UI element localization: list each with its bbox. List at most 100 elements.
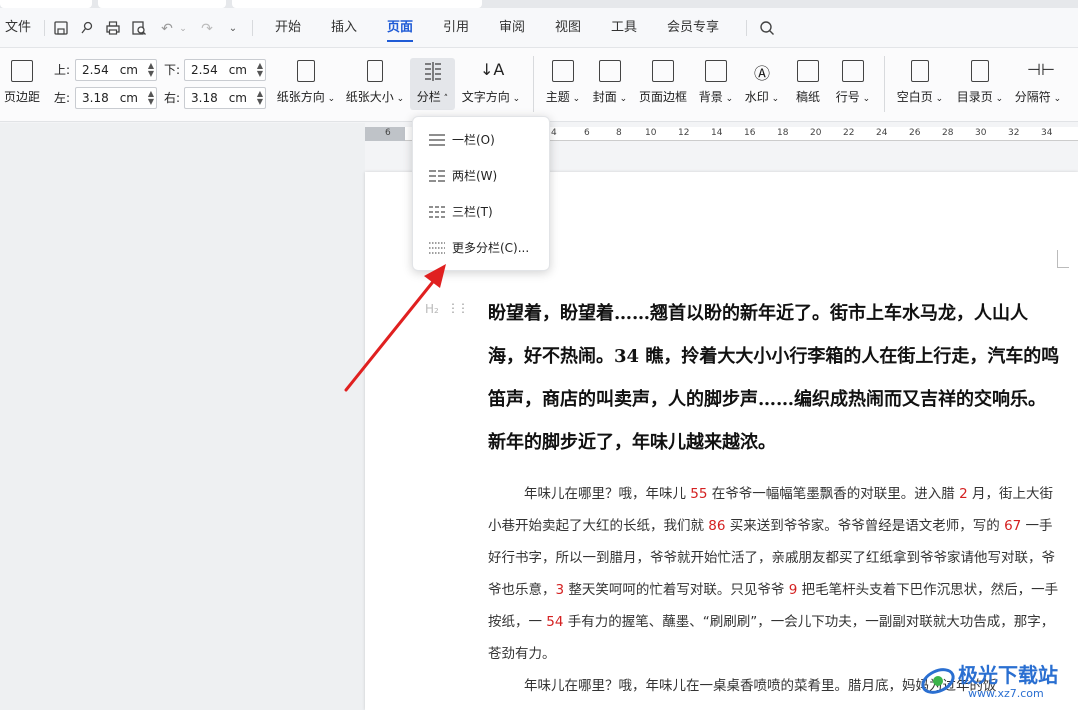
- text-run: 在爷爷一幅幅笔墨飘香的对联里。进入腊: [707, 486, 960, 502]
- inline-number: 9: [788, 582, 798, 598]
- tab-member[interactable]: 会员专享: [667, 8, 719, 48]
- menu-item-one-column[interactable]: 一栏(O): [413, 122, 551, 158]
- ruler-tick: 8: [616, 128, 622, 138]
- left-margin-input[interactable]: 3.18 cm ▲ ▼: [75, 87, 157, 109]
- separator-icon: ⊣⊢: [1027, 60, 1055, 79]
- separator-label: 分隔符: [1014, 90, 1051, 104]
- print-icon[interactable]: [104, 20, 122, 38]
- menu-item-label: 一栏(O): [452, 133, 495, 147]
- unit-label: cm: [228, 91, 247, 105]
- spinner-icon[interactable]: ▲ ▼: [257, 62, 263, 78]
- menu-bar: 文件 ↶ ⌄ ↷ ⌄ 开始 插入 页面 引用 审阅 视图 工具 会员专享: [0, 8, 1078, 48]
- toc-page-button[interactable]: 目录页 ⌄: [954, 60, 1006, 105]
- margins-label: 页边距: [3, 90, 40, 104]
- page-corner-mark: [1057, 250, 1069, 268]
- cover-button[interactable]: 封面 ⌄: [590, 60, 630, 105]
- ruler-tick: 12: [678, 128, 690, 138]
- columns-dropdown: 一栏(O) 两栏(W) 三栏(T) 更多分栏(C)...: [412, 116, 550, 271]
- paper-size-button[interactable]: 纸张大小 ⌄: [344, 60, 406, 105]
- right-margin-label: 右:: [164, 91, 181, 105]
- line-number-button[interactable]: 行号 ⌄: [833, 60, 873, 105]
- menu-item-label: 更多分栏(C)...: [452, 241, 530, 255]
- toc-page-label: 目录页: [956, 90, 993, 104]
- chevron-down-icon[interactable]: ⌄: [174, 20, 192, 38]
- tab-review[interactable]: 审阅: [499, 8, 525, 48]
- format-painter-icon[interactable]: [78, 20, 96, 38]
- top-margin-input[interactable]: 2.54 cm ▲ ▼: [75, 59, 157, 81]
- blank-page-label: 空白页: [896, 90, 933, 104]
- separator-button[interactable]: ⊣⊢ 分隔符 ⌄: [1012, 60, 1064, 105]
- save-icon[interactable]: [52, 20, 70, 38]
- manuscript-button[interactable]: 稿纸: [790, 60, 826, 105]
- spinner-icon[interactable]: ▲ ▼: [148, 90, 154, 106]
- menu-item-label: 两栏(W): [452, 169, 498, 183]
- divider: [746, 20, 747, 36]
- columns-button[interactable]: 分栏 ˄: [410, 58, 455, 110]
- theme-label: 主题: [545, 90, 570, 104]
- file-menu[interactable]: 文件: [5, 8, 31, 48]
- line-number-icon: [842, 60, 864, 82]
- bottom-margin-value: 2.54: [191, 63, 218, 77]
- divider: [533, 56, 534, 112]
- spinner-icon[interactable]: ▲ ▼: [257, 90, 263, 106]
- paper-size-icon: [367, 60, 383, 82]
- tab-insert[interactable]: 插入: [331, 8, 357, 48]
- menu-item-more-columns[interactable]: 更多分栏(C)...: [413, 230, 551, 266]
- margins-button[interactable]: 页边距: [0, 60, 44, 105]
- orientation-label: 纸张方向: [276, 90, 325, 104]
- more-chevron-icon[interactable]: ⌄: [224, 20, 242, 38]
- more-columns-icon: [429, 242, 445, 254]
- ruler-tick: 30: [975, 128, 987, 138]
- tab-tools[interactable]: 工具: [611, 8, 637, 48]
- ruler-tick: 14: [711, 128, 723, 138]
- window-tab-active[interactable]: [232, 0, 482, 8]
- theme-button[interactable]: 主题 ⌄: [543, 60, 583, 105]
- heading-level-marker: H₂: [425, 302, 439, 316]
- orientation-button[interactable]: 纸张方向 ⌄: [274, 60, 338, 105]
- page-border-button[interactable]: 页面边框: [637, 60, 689, 105]
- background-button[interactable]: 背景 ⌄: [696, 60, 736, 105]
- search-icon[interactable]: [758, 20, 776, 38]
- ruler-tick: 10: [645, 128, 657, 138]
- paper-size-label: 纸张大小: [345, 90, 394, 104]
- two-columns-icon: [429, 170, 445, 182]
- text-direction-icon: ↓A: [480, 60, 505, 79]
- document-heading[interactable]: 盼望着，盼望着……翘首以盼的新年近了。街市上车水马龙，人山人海，好不热闹。34 …: [488, 292, 1063, 464]
- inline-number: 86: [708, 518, 726, 534]
- left-margin-value: 3.18: [82, 91, 109, 105]
- ruler-tick: 6: [385, 128, 391, 138]
- cover-label: 封面: [592, 90, 617, 104]
- ruler-tick: 16: [744, 128, 756, 138]
- ruler-tick: 4: [551, 128, 557, 138]
- tab-view[interactable]: 视图: [555, 8, 581, 48]
- inline-number: 67: [1004, 518, 1022, 534]
- inline-number: 3: [555, 582, 565, 598]
- blank-page-button[interactable]: 空白页 ⌄: [894, 60, 946, 105]
- tab-home[interactable]: 开始: [275, 8, 301, 48]
- site-watermark: 极光下载站 www.xz7.com: [918, 655, 1078, 710]
- tab-references[interactable]: 引用: [443, 8, 469, 48]
- window-tab[interactable]: [0, 0, 92, 8]
- window-tab[interactable]: [98, 0, 226, 8]
- bottom-margin-input[interactable]: 2.54 cm ▲ ▼: [184, 59, 266, 81]
- right-margin-input[interactable]: 3.18 cm ▲ ▼: [184, 87, 266, 109]
- menu-item-label: 三栏(T): [452, 205, 493, 219]
- text-run: 年味儿在哪里？哦，年味儿: [524, 486, 691, 502]
- menu-item-three-columns[interactable]: 三栏(T): [413, 194, 551, 230]
- body-paragraph-1[interactable]: 年味儿在哪里？哦，年味儿 55 在爷爷一幅幅笔墨飘香的对联里。进入腊 2 月，街…: [488, 478, 1060, 670]
- watermark-button[interactable]: Ⓐ 水印 ⌄: [742, 60, 782, 105]
- line-number-label: 行号: [835, 90, 860, 104]
- text-direction-button[interactable]: ↓A 文字方向 ⌄: [459, 60, 523, 105]
- page-border-label: 页面边框: [638, 90, 687, 104]
- one-column-icon: [429, 134, 445, 146]
- print-preview-icon[interactable]: [130, 20, 148, 38]
- spinner-icon[interactable]: ▲ ▼: [148, 62, 154, 78]
- top-margin-value: 2.54: [82, 63, 109, 77]
- orientation-icon: [297, 60, 315, 82]
- inline-number: 55: [690, 486, 708, 502]
- menu-item-two-columns[interactable]: 两栏(W): [413, 158, 551, 194]
- tab-page[interactable]: 页面: [387, 8, 414, 48]
- redo-icon[interactable]: ↷: [198, 20, 216, 38]
- drag-handle-icon[interactable]: ⋮⋮: [447, 301, 469, 315]
- window-tab-strip: [0, 0, 1078, 8]
